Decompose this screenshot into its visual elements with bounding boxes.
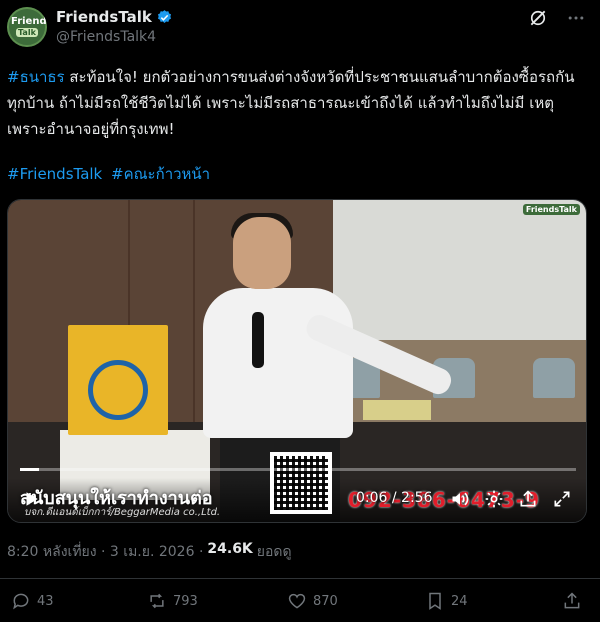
microphone [252, 312, 264, 368]
reply-button[interactable]: 43 [11, 591, 54, 611]
video-player[interactable]: FriendsTalk สนับสนุนให้เราทำงานต่อ บจก.ด… [7, 199, 587, 523]
hashtag-progressive[interactable]: #คณะก้าวหน้า [111, 165, 210, 183]
video-time: 0:06 / 2:56 [356, 490, 433, 506]
tweet-timestamp[interactable]: 8:20 หลังเที่ยง · 3 เม.ย. 2026 · [7, 541, 203, 563]
play-icon[interactable] [22, 490, 40, 508]
author-name-row[interactable]: FriendsTalk [56, 8, 173, 26]
video-controls [450, 489, 572, 509]
author-display-name[interactable]: FriendsTalk [56, 8, 152, 26]
tweet-meta: 8:20 หลังเที่ยง · 3 เม.ย. 2026 · 24.6K ย… [7, 541, 292, 563]
avatar-ring [7, 7, 47, 47]
chair [533, 358, 575, 398]
author-handle[interactable]: @FriendsTalk4 [56, 29, 156, 45]
tweet-hashtags: #FriendsTalk #คณะก้าวหน้า [7, 162, 214, 186]
repost-icon [150, 593, 164, 609]
tweet-body: #ธนาธร สะท้อนใจ! ยกตัวอย่างการขนส่งต่างจ… [7, 64, 587, 142]
share-upload-icon[interactable] [518, 489, 538, 509]
reply-count: 43 [37, 593, 54, 609]
fullscreen-icon[interactable] [552, 489, 572, 509]
like-count: 870 [313, 593, 338, 609]
volume-icon[interactable] [450, 489, 470, 509]
grok-icon[interactable] [528, 8, 548, 28]
bookmark-button[interactable]: 24 [425, 591, 468, 611]
reply-icon [13, 593, 29, 610]
tweet-top-icons [528, 8, 586, 28]
heart-icon [288, 593, 306, 609]
video-caption-sub: บจก.ดีแอนด์เบ็กการ์/BeggarMedia co.,Ltd. [24, 507, 221, 518]
share-icon [564, 592, 580, 609]
avatar-text-line2: Talk [16, 28, 38, 37]
more-options-icon[interactable] [566, 8, 586, 28]
share-button[interactable] [562, 591, 582, 611]
avatar-text-line1: Friends [11, 16, 47, 27]
verified-badge-icon [157, 9, 171, 23]
settings-gear-icon[interactable] [484, 489, 504, 509]
like-button[interactable]: 870 [287, 591, 338, 611]
back-wall [333, 200, 586, 340]
repost-count: 793 [173, 593, 198, 609]
bookmark-icon [429, 592, 441, 610]
video-progress-fill [20, 468, 39, 471]
speaker-head [233, 217, 291, 289]
hashtag-lead[interactable]: #ธนาธร [7, 68, 65, 86]
divider [0, 578, 600, 579]
qr-code [270, 452, 332, 514]
author-avatar[interactable]: Friends Talk [7, 7, 47, 47]
emblem-logo [88, 360, 148, 420]
nameplate [363, 400, 431, 420]
tweet-body-text: สะท้อนใจ! ยกตัวอย่างการขนส่งต่างจังหวัดท… [7, 68, 575, 138]
views-label: ยอดดู [256, 544, 292, 560]
hashtag-friendstalk[interactable]: #FriendsTalk [7, 165, 102, 183]
video-progress-bar[interactable] [20, 468, 576, 471]
speaker-shirt [203, 288, 353, 438]
repost-button[interactable]: 793 [147, 591, 198, 611]
views-count: 24.6K [207, 541, 253, 557]
bookmark-count: 24 [451, 593, 468, 609]
wall-panel-line [193, 200, 195, 422]
video-watermark: FriendsTalk [522, 204, 580, 215]
